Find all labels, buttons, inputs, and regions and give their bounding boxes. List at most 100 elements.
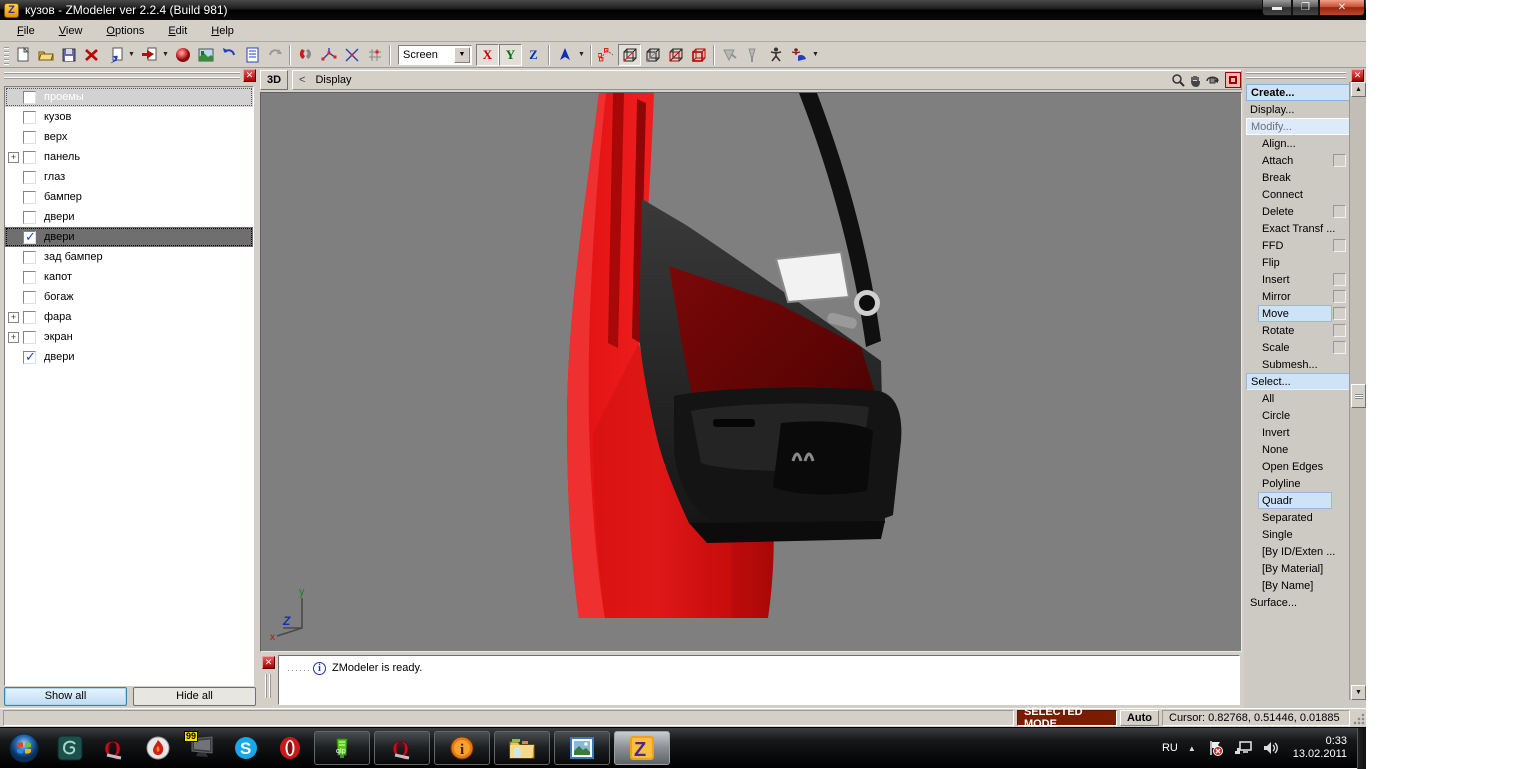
expand-icon[interactable]: + xyxy=(8,152,19,163)
list-item[interactable]: + капот xyxy=(5,267,253,287)
visibility-checkbox[interactable] xyxy=(23,231,36,244)
command-item[interactable]: Separated xyxy=(1246,509,1350,526)
chevron-down-icon[interactable]: ▼ xyxy=(454,47,470,63)
back-arrow-icon[interactable]: < xyxy=(299,74,305,86)
command-item[interactable]: Move xyxy=(1246,305,1350,322)
visibility-checkbox[interactable] xyxy=(23,291,36,304)
command-option-box[interactable] xyxy=(1333,205,1346,218)
visibility-checkbox[interactable] xyxy=(23,131,36,144)
command-item[interactable]: Select... xyxy=(1246,373,1350,390)
info-app-open[interactable]: i xyxy=(434,731,490,765)
axis-x-toggle[interactable]: X xyxy=(476,44,499,66)
command-item[interactable]: Display... xyxy=(1246,101,1350,118)
command-item[interactable]: [By Material] xyxy=(1246,560,1350,577)
import-dropdown-icon[interactable]: ▼ xyxy=(126,44,137,66)
close-icon[interactable]: ✕ xyxy=(1351,69,1364,82)
normals-dropdown-icon[interactable]: ▼ xyxy=(576,44,587,66)
list-item[interactable]: + двери xyxy=(5,227,253,247)
export-dropdown-icon[interactable]: ▼ xyxy=(160,44,171,66)
action-center-flag-icon[interactable] xyxy=(1206,739,1224,757)
command-item[interactable]: [By ID/Exten ... xyxy=(1246,543,1350,560)
material-sphere-icon[interactable] xyxy=(171,44,194,66)
qip-red-icon[interactable]: Q xyxy=(94,731,134,765)
orbit-icon[interactable] xyxy=(1204,72,1221,89)
list-item[interactable]: + верх xyxy=(5,127,253,147)
close-icon[interactable]: ✕ xyxy=(243,69,256,82)
language-indicator[interactable]: RU xyxy=(1162,742,1178,754)
weld-vertices-icon[interactable] xyxy=(317,44,340,66)
screen-mode-dropdown[interactable]: Screen ▼ xyxy=(398,45,472,65)
list-item[interactable]: + двери xyxy=(5,347,253,367)
command-item[interactable]: Insert xyxy=(1246,271,1350,288)
skype-icon[interactable]: S xyxy=(226,731,266,765)
show-all-button[interactable]: Show all xyxy=(4,687,127,706)
spiral-app-icon[interactable] xyxy=(50,731,90,765)
visibility-checkbox[interactable] xyxy=(23,271,36,284)
command-item[interactable]: Invert xyxy=(1246,424,1350,441)
command-option-box[interactable] xyxy=(1333,324,1346,337)
scroll-up-icon[interactable]: ▲ xyxy=(1351,82,1366,97)
expand-icon[interactable]: + xyxy=(8,312,19,323)
pan-hand-icon[interactable] xyxy=(1187,72,1204,89)
command-item[interactable]: Break xyxy=(1246,169,1350,186)
command-option-box[interactable] xyxy=(1333,154,1346,167)
command-item[interactable]: None xyxy=(1246,441,1350,458)
viewport-tab-label[interactable]: Display xyxy=(315,74,351,86)
command-item[interactable]: Connect xyxy=(1246,186,1350,203)
texture-browser-icon[interactable] xyxy=(194,44,217,66)
panel-drag-grip[interactable] xyxy=(4,71,240,81)
red-wire-cube-mode-icon[interactable] xyxy=(664,44,687,66)
wire-cube-mode-icon[interactable] xyxy=(618,44,641,66)
open-file-icon[interactable] xyxy=(34,44,57,66)
command-item[interactable]: Attach xyxy=(1246,152,1350,169)
command-option-box[interactable] xyxy=(1333,341,1346,354)
list-item[interactable]: + проемы xyxy=(5,87,253,107)
visibility-checkbox[interactable] xyxy=(23,151,36,164)
command-item[interactable]: Flip xyxy=(1246,254,1350,271)
3d-viewport[interactable]: y Z x xyxy=(260,92,1242,652)
command-item[interactable]: Surface... xyxy=(1246,594,1350,611)
expand-icon[interactable]: + xyxy=(8,332,19,343)
command-item[interactable]: Scale xyxy=(1246,339,1350,356)
scroll-down-icon[interactable]: ▼ xyxy=(1351,685,1366,700)
explorer-open[interactable] xyxy=(494,731,550,765)
command-item[interactable]: All xyxy=(1246,390,1350,407)
menu-item[interactable]: Options xyxy=(97,23,153,39)
visibility-checkbox[interactable] xyxy=(23,91,36,104)
visibility-checkbox[interactable] xyxy=(23,311,36,324)
toolbar-grip[interactable] xyxy=(4,45,9,65)
normals-cone-icon[interactable] xyxy=(553,44,576,66)
visibility-checkbox[interactable] xyxy=(23,251,36,264)
skin-dropdown-icon[interactable]: ▼ xyxy=(810,44,821,66)
command-option-box[interactable] xyxy=(1333,307,1346,320)
delete-icon[interactable] xyxy=(80,44,103,66)
visibility-checkbox[interactable] xyxy=(23,211,36,224)
axis-y-toggle[interactable]: Y xyxy=(499,44,522,66)
vertices-mode-icon[interactable] xyxy=(595,44,618,66)
visibility-checkbox[interactable] xyxy=(23,111,36,124)
scrollbar-thumb[interactable] xyxy=(1351,384,1366,408)
command-item[interactable]: Create... xyxy=(1246,84,1350,101)
clock[interactable]: 0:33 13.02.2011 xyxy=(1293,735,1347,761)
list-item[interactable]: + глаз xyxy=(5,167,253,187)
command-item[interactable]: Single xyxy=(1246,526,1350,543)
close-button[interactable]: ✕ xyxy=(1319,0,1365,16)
show-desktop-button[interactable] xyxy=(1357,728,1366,769)
flame-app-icon[interactable] xyxy=(138,731,178,765)
shaded-cube-mode-icon[interactable] xyxy=(641,44,664,66)
command-item[interactable]: [By Name] xyxy=(1246,577,1350,594)
command-item[interactable]: Open Edges xyxy=(1246,458,1350,475)
command-item[interactable]: Exact Transf ... xyxy=(1246,220,1350,237)
list-item[interactable]: + панель xyxy=(5,147,253,167)
zmodeler-active[interactable]: Z xyxy=(614,731,670,765)
menu-item[interactable]: File xyxy=(8,23,44,39)
volume-icon[interactable] xyxy=(1262,739,1280,757)
commands-scrollbar[interactable]: ▲ ▼ xyxy=(1349,82,1366,700)
message-bar-grip[interactable] xyxy=(265,674,272,698)
list-item[interactable]: + кузов xyxy=(5,107,253,127)
list-item[interactable]: + богаж xyxy=(5,287,253,307)
axis-z-toggle[interactable]: Z xyxy=(522,44,545,66)
network-icon[interactable] xyxy=(1233,739,1253,757)
command-item[interactable]: Mirror xyxy=(1246,288,1350,305)
snap-grid-icon[interactable] xyxy=(363,44,386,66)
